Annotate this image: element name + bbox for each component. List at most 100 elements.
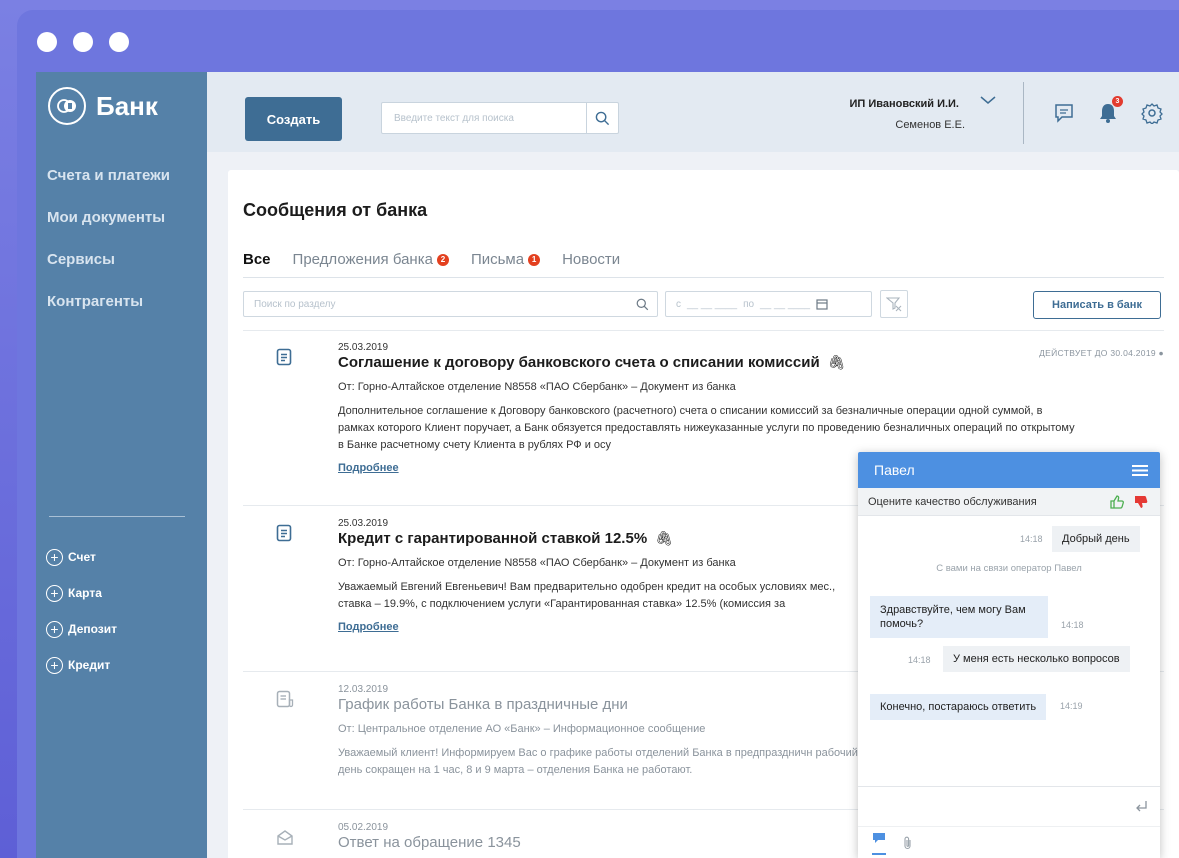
- chat-bubble-outgoing: Добрый день: [1052, 526, 1140, 552]
- message-preview: Уважаемый клиент! Информируем Вас о граф…: [338, 747, 858, 776]
- chat-time: 14:18: [908, 655, 931, 665]
- notification-badge: 3: [1112, 96, 1123, 107]
- document-icon: [276, 524, 292, 547]
- thumbs-up-icon[interactable]: [1110, 494, 1124, 509]
- section-search: [243, 291, 658, 317]
- message-date: 25.03.2019: [338, 342, 389, 353]
- validity-text: ДЕЙСТВУЕТ ДО 30.04.2019: [1039, 348, 1156, 358]
- chevron-down-icon[interactable]: [979, 94, 997, 106]
- validity-badge: ДЕЙСТВУЕТ ДО 30.04.2019 ●: [1039, 348, 1164, 358]
- add-account-button[interactable]: + Счет: [46, 539, 117, 575]
- tabs-underline: [243, 277, 1164, 278]
- add-account-label: Счет: [68, 550, 96, 564]
- plus-circle-icon: +: [46, 584, 63, 602]
- chat-message-input[interactable]: [858, 786, 1160, 826]
- message-preview: Дополнительное соглашение к Договору бан…: [338, 405, 1075, 451]
- add-card-button[interactable]: + Карта: [46, 575, 117, 611]
- document-icon: [276, 348, 292, 371]
- send-enter-icon[interactable]: [1134, 799, 1148, 813]
- chat-bubble-incoming: Конечно, постараюсь ответить: [870, 694, 1047, 720]
- tab-news-label: Новости: [562, 251, 621, 268]
- sidebar-item-counterparties[interactable]: Контрагенты: [47, 292, 170, 334]
- chat-time: 14:18: [1020, 534, 1043, 544]
- sidebar-divider: [49, 516, 185, 517]
- search-icon[interactable]: [636, 298, 649, 311]
- chat-bubble-incoming: Здравствуйте, чем могу Вам помочь?: [870, 596, 1048, 638]
- top-header: Создать ИП Ивановский И.И. Семенов Е.Е.: [207, 72, 1179, 152]
- write-to-bank-button[interactable]: Написать в банк: [1033, 291, 1161, 319]
- sidebar-item-services[interactable]: Сервисы: [47, 250, 170, 292]
- date-from-blank: __ __ ____: [687, 298, 738, 310]
- message-sender: От: Горно-Алтайское отделение N8558 «ПАО…: [338, 381, 736, 393]
- message-title-text: Соглашение к договору банковского счета …: [338, 354, 820, 371]
- attachment-icon: 🖇: [655, 530, 673, 546]
- create-button[interactable]: Создать: [245, 97, 342, 141]
- add-credit-button[interactable]: + Кредит: [46, 647, 117, 683]
- window-dot-minimize[interactable]: [73, 32, 93, 52]
- clear-filter-button[interactable]: [880, 290, 908, 318]
- tab-all-label: Все: [243, 251, 271, 268]
- sidebar-actions: + Счет + Карта + Депозит + Кредит: [46, 539, 117, 683]
- sidebar-item-accounts[interactable]: Счета и платежи: [47, 166, 170, 208]
- chat-conversation: 14:18 Добрый день С вами на связи операт…: [858, 516, 1160, 786]
- chat-operator-name: Павел: [874, 462, 915, 478]
- chat-bubble-outgoing: У меня есть несколько вопросов: [943, 646, 1130, 672]
- brand-logo[interactable]: Банк: [48, 87, 158, 125]
- browser-frame: Банк Счета и платежи Мои документы Серви…: [17, 10, 1179, 858]
- search-button[interactable]: [586, 103, 618, 133]
- chat-tab-messages[interactable]: [872, 831, 886, 855]
- tab-offers[interactable]: Предложения банка 2: [293, 251, 449, 268]
- date-to-label: по: [743, 298, 755, 310]
- tab-news[interactable]: Новости: [562, 251, 620, 268]
- news-document-icon: [276, 690, 294, 713]
- tab-letters-badge: 1: [528, 253, 541, 266]
- add-deposit-button[interactable]: + Депозит: [46, 611, 117, 647]
- add-card-label: Карта: [68, 586, 102, 600]
- menu-icon[interactable]: [1132, 464, 1148, 477]
- global-search: [381, 102, 619, 134]
- chat-time: 14:18: [1061, 620, 1084, 630]
- rate-service-label: Оцените качество обслуживания: [868, 495, 1037, 508]
- tab-letters[interactable]: Письма 1: [470, 251, 541, 268]
- date-to-blank: __ __ ____: [760, 298, 811, 310]
- tab-all[interactable]: Все: [243, 251, 271, 268]
- date-range-picker[interactable]: с __ __ ____ по __ __ ____: [665, 291, 872, 317]
- global-search-input[interactable]: [382, 112, 586, 124]
- message-preview: Уважаемый Евгений Евгеньевич! Вам предва…: [338, 581, 836, 610]
- add-credit-label: Кредит: [68, 658, 111, 672]
- user-switcher[interactable]: ИП Ивановский И.И. Семенов Е.Е.: [797, 96, 997, 131]
- message-title[interactable]: Соглашение к договору банковского счета …: [338, 354, 1078, 371]
- chat-rating-bar: Оцените качество обслуживания: [858, 488, 1160, 516]
- message-title-text: Кредит с гарантированной ставкой 12.5%: [338, 530, 648, 547]
- attachment-icon: 🖇: [827, 354, 846, 370]
- header-divider: [1023, 82, 1024, 144]
- calendar-icon[interactable]: [816, 298, 828, 310]
- chat-system-message: С вами на связи оператор Павел: [936, 563, 1082, 574]
- date-from-label: с: [676, 298, 681, 310]
- notification-bell-icon[interactable]: 3: [1097, 96, 1123, 124]
- message-tabs: Все Предложения банка 2 Письма 1 Новости: [243, 251, 620, 268]
- plus-circle-icon: +: [46, 620, 63, 638]
- sidebar-item-documents[interactable]: Мои документы: [47, 208, 170, 250]
- header-icons: 3: [1053, 96, 1179, 125]
- add-deposit-label: Депозит: [68, 622, 118, 636]
- settings-gear-icon[interactable]: [1141, 102, 1163, 125]
- sidebar-nav: Счета и платежи Мои документы Сервисы Ко…: [47, 166, 170, 334]
- sidebar: Банк Счета и платежи Мои документы Серви…: [36, 72, 207, 858]
- window-dot-close[interactable]: [37, 32, 57, 52]
- section-search-input[interactable]: [244, 298, 636, 310]
- paperclip-icon[interactable]: [902, 836, 914, 850]
- filter-clear-icon: [886, 297, 902, 312]
- user-person-name: Семенов Е.Е.: [895, 119, 965, 131]
- tab-offers-badge: 2: [436, 253, 449, 266]
- chat-icon[interactable]: [1053, 102, 1075, 124]
- thumbs-down-icon[interactable]: [1134, 495, 1148, 509]
- bank-logo-icon: [48, 87, 86, 125]
- tab-letters-label: Письма: [470, 251, 525, 268]
- page-title: Сообщения от банка: [243, 200, 428, 220]
- window-controls: [37, 32, 129, 52]
- window-dot-maximize[interactable]: [109, 32, 129, 52]
- plus-circle-icon: +: [46, 548, 63, 566]
- app-window: Банк Счета и платежи Мои документы Серви…: [36, 72, 1179, 858]
- brand-name: Банк: [96, 90, 158, 121]
